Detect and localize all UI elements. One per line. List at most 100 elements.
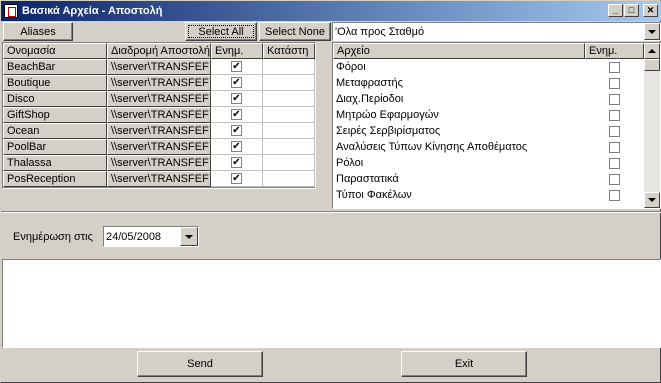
file-update-checkbox[interactable] [609, 173, 620, 185]
grid-row[interactable]: Ocean \\server\TRANSFEF [3, 123, 315, 139]
update-checkbox[interactable] [231, 93, 242, 104]
file-update-cell[interactable] [585, 187, 644, 203]
grid-cell-name[interactable]: Ocean [3, 123, 107, 139]
files-header-file[interactable]: Αρχείο [333, 43, 585, 59]
grid-cell-update[interactable] [211, 123, 263, 139]
grid-cell-name[interactable]: Disco [3, 91, 107, 107]
grid-cell-update[interactable] [211, 139, 263, 155]
grid-cell-update[interactable] [211, 91, 263, 107]
file-name[interactable]: Διαχ.Περίοδοι [333, 91, 585, 107]
files-list-scrollbar[interactable] [644, 43, 660, 208]
grid-cell-path[interactable]: \\server\TRANSFEF [107, 155, 211, 171]
update-checkbox[interactable] [231, 109, 242, 120]
grid-row[interactable]: PoolBar \\server\TRANSFEF [3, 139, 315, 155]
file-update-cell[interactable] [585, 171, 644, 187]
grid-cell-update[interactable] [211, 59, 263, 75]
file-update-cell[interactable] [585, 139, 644, 155]
file-update-checkbox[interactable] [609, 189, 620, 201]
grid-cell-status[interactable] [263, 75, 315, 91]
grid-cell-update[interactable] [211, 75, 263, 91]
grid-row[interactable]: PosReception \\server\TRANSFEF [3, 171, 315, 187]
filter-combo-dropdown[interactable] [644, 23, 660, 40]
file-update-cell[interactable] [585, 107, 644, 123]
list-item[interactable]: Τύποι Φακέλων [333, 187, 660, 203]
grid-cell-update[interactable] [211, 155, 263, 171]
grid-cell-name[interactable]: Thalassa [3, 155, 107, 171]
list-item[interactable]: Μεταφραστής [333, 75, 660, 91]
files-list[interactable]: Αρχείο Ενημ. Φόροι Μεταφραστής Διαχ.Περίοδ… [332, 42, 661, 209]
grid-header-path[interactable]: Διαδρομή Αποστολή [107, 43, 211, 59]
date-dropdown-button[interactable] [180, 227, 198, 246]
grid-cell-path[interactable]: \\server\TRANSFEF [107, 123, 211, 139]
select-all-button[interactable]: Select All [185, 22, 257, 41]
file-update-cell[interactable] [585, 75, 644, 91]
update-checkbox[interactable] [231, 61, 242, 72]
exit-button[interactable]: Exit [401, 351, 527, 377]
grid-row[interactable]: Thalassa \\server\TRANSFEF [3, 155, 315, 171]
minimize-button[interactable]: _ [608, 4, 623, 17]
grid-row[interactable]: GiftShop \\server\TRANSFEF [3, 107, 315, 123]
file-update-cell[interactable] [585, 59, 644, 75]
update-date-value[interactable]: 24/05/2008 [104, 227, 180, 246]
grid-row[interactable]: Disco \\server\TRANSFEF [3, 91, 315, 107]
file-update-checkbox[interactable] [609, 157, 620, 169]
file-name[interactable]: Μεταφραστής [333, 75, 585, 91]
file-name[interactable]: Ρόλοι [333, 155, 585, 171]
file-name[interactable]: Μητρώο Εφαρμογών [333, 107, 585, 123]
scroll-up-button[interactable] [644, 43, 660, 59]
grid-cell-status[interactable] [263, 123, 315, 139]
list-item[interactable]: Φόροι [333, 59, 660, 75]
list-item[interactable]: Σειρές Σερβιρίσματος [333, 123, 660, 139]
grid-cell-name[interactable]: BeachBar [3, 59, 107, 75]
file-update-checkbox[interactable] [609, 141, 620, 153]
grid-cell-path[interactable]: \\server\TRANSFEF [107, 107, 211, 123]
list-item[interactable]: Αναλύσεις Τύπων Κίνησης Αποθέματος [333, 139, 660, 155]
grid-cell-path[interactable]: \\server\TRANSFEF [107, 139, 211, 155]
close-button[interactable]: ✕ [643, 4, 658, 17]
grid-cell-status[interactable] [263, 59, 315, 75]
file-update-checkbox[interactable] [609, 125, 620, 137]
grid-cell-status[interactable] [263, 171, 315, 187]
grid-row[interactable]: Boutique \\server\TRANSFEF [3, 75, 315, 91]
file-update-checkbox[interactable] [609, 109, 620, 121]
grid-cell-status[interactable] [263, 155, 315, 171]
files-header-update[interactable]: Ενημ. [585, 43, 644, 59]
update-checkbox[interactable] [231, 125, 242, 136]
grid-cell-path[interactable]: \\server\TRANSFEF [107, 171, 211, 187]
file-update-checkbox[interactable] [609, 93, 620, 105]
grid-cell-path[interactable]: \\server\TRANSFEF [107, 59, 211, 75]
filter-combo[interactable]: 'Ολα προς Σταθμό [332, 22, 661, 41]
aliases-button[interactable]: Aliases [3, 22, 73, 41]
file-update-cell[interactable] [585, 155, 644, 171]
grid-cell-path[interactable]: \\server\TRANSFEF [107, 91, 211, 107]
update-checkbox[interactable] [231, 173, 242, 184]
update-checkbox[interactable] [231, 77, 242, 88]
file-update-cell[interactable] [585, 91, 644, 107]
update-checkbox[interactable] [231, 141, 242, 152]
grid-cell-name[interactable]: Boutique [3, 75, 107, 91]
file-name[interactable]: Σειρές Σερβιρίσματος [333, 123, 585, 139]
file-update-checkbox[interactable] [609, 61, 620, 73]
grid-cell-name[interactable]: PoolBar [3, 139, 107, 155]
grid-cell-name[interactable]: PosReception [3, 171, 107, 187]
select-none-button[interactable]: Select None [259, 22, 331, 41]
list-item[interactable]: Διαχ.Περίοδοι [333, 91, 660, 107]
file-update-checkbox[interactable] [609, 77, 620, 89]
list-item[interactable]: Παραστατικά [333, 171, 660, 187]
grid-row[interactable]: BeachBar \\server\TRANSFEF [3, 59, 315, 75]
grid-header-name[interactable]: Ονομασία [3, 43, 107, 59]
update-date-picker[interactable]: 24/05/2008 [103, 226, 199, 247]
file-name[interactable]: Τύποι Φακέλων [333, 187, 585, 203]
file-name[interactable]: Φόροι [333, 59, 585, 75]
file-update-cell[interactable] [585, 123, 644, 139]
title-bar[interactable]: Βασικά Αρχεία - Αποστολή _ □ ✕ [1, 1, 661, 21]
grid-cell-name[interactable]: GiftShop [3, 107, 107, 123]
grid-cell-status[interactable] [263, 139, 315, 155]
file-name[interactable]: Αναλύσεις Τύπων Κίνησης Αποθέματος [333, 139, 585, 155]
scroll-down-button[interactable] [644, 192, 660, 208]
maximize-button[interactable]: □ [624, 4, 639, 17]
aliases-grid[interactable]: Ονομασία Διαδρομή Αποστολή Ενημ. Κατάστη… [2, 42, 316, 189]
file-name[interactable]: Παραστατικά [333, 171, 585, 187]
scroll-thumb[interactable] [644, 59, 660, 71]
list-item[interactable]: Ρόλοι [333, 155, 660, 171]
